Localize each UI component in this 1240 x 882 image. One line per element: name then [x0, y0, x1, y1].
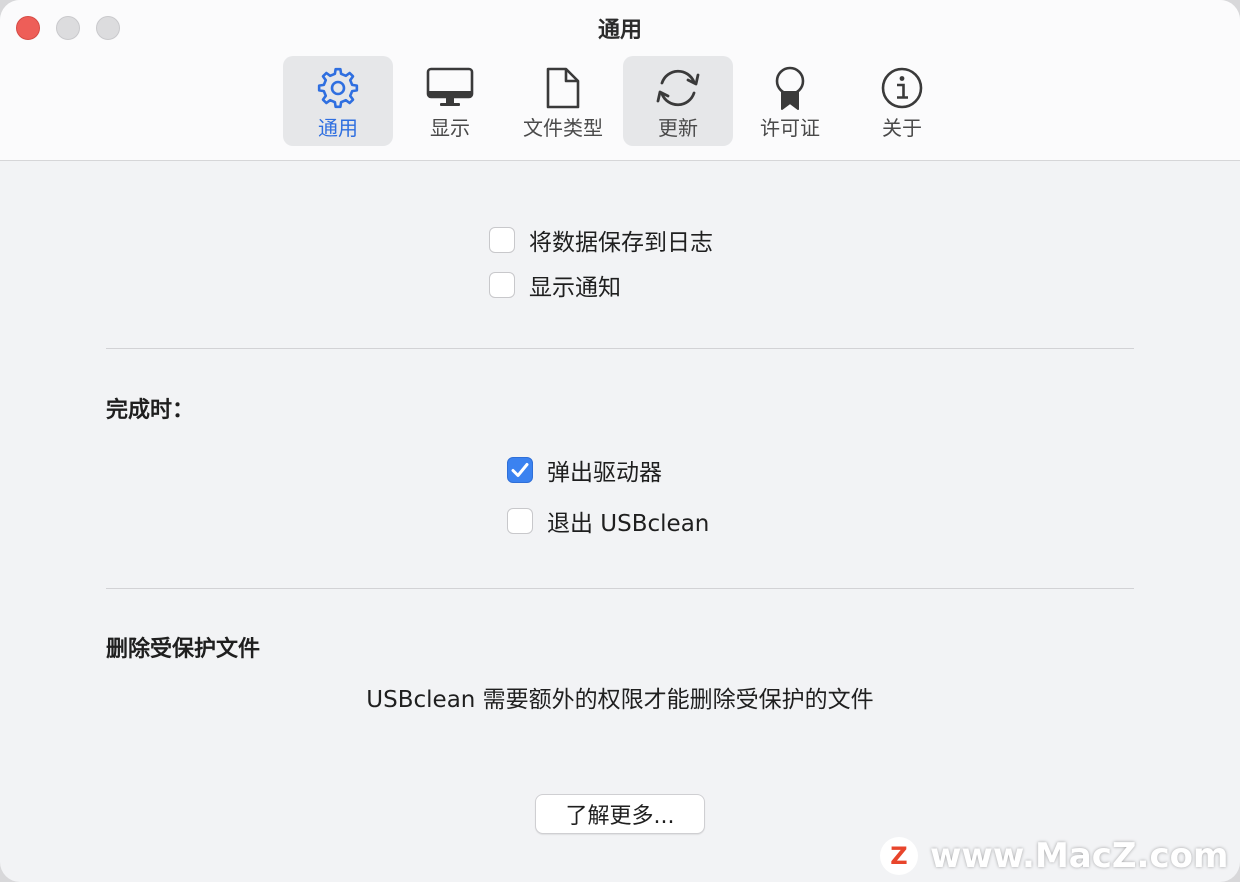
info-icon — [847, 64, 957, 112]
tab-label: 通用 — [318, 116, 358, 140]
tab-file-types[interactable]: 文件类型 — [508, 56, 618, 146]
gear-icon — [283, 64, 393, 112]
quit-app-option[interactable]: 退出 USBclean — [507, 506, 710, 537]
window-title: 通用 — [597, 18, 642, 43]
tab-license[interactable]: 许可证 — [735, 56, 845, 146]
checkmark-icon — [511, 463, 529, 477]
tab-label: 许可证 — [760, 116, 820, 140]
tab-label: 显示 — [430, 116, 470, 140]
preferences-window: 通用 通用 显示 文件类型 更新 许可证 关于 将数据保存到日志 显示通知 完成… — [0, 0, 1240, 882]
quit-app-label: 退出 USBclean — [547, 511, 710, 537]
section-divider — [106, 588, 1134, 589]
learn-more-button[interactable]: 了解更多... — [535, 794, 705, 834]
protected-files-title: 删除受保护文件 — [106, 637, 261, 662]
document-icon — [508, 64, 618, 112]
tab-general[interactable]: 通用 — [283, 56, 393, 146]
tab-label: 关于 — [882, 116, 922, 140]
refresh-icon — [623, 64, 733, 112]
show-notifications-label: 显示通知 — [529, 275, 621, 301]
protected-files-description: USBclean 需要额外的权限才能删除受保护的文件 — [366, 687, 874, 713]
tab-display[interactable]: 显示 — [395, 56, 505, 146]
tab-label: 文件类型 — [523, 116, 603, 140]
save-log-option[interactable]: 将数据保存到日志 — [489, 225, 713, 256]
save-log-checkbox[interactable] — [489, 227, 515, 253]
show-notifications-option[interactable]: 显示通知 — [489, 270, 621, 301]
quit-app-checkbox[interactable] — [507, 508, 533, 534]
ribbon-badge-icon — [735, 64, 845, 112]
section-divider — [106, 348, 1134, 349]
tab-update[interactable]: 更新 — [623, 56, 733, 146]
show-notifications-checkbox[interactable] — [489, 272, 515, 298]
on-complete-title: 完成时： — [106, 398, 195, 423]
monitor-icon — [395, 64, 505, 112]
watermark-logo-icon: Z — [880, 837, 918, 875]
titlebar-toolbar: 通用 通用 显示 文件类型 更新 许可证 关于 — [0, 0, 1240, 161]
watermark: Z www.MacZ.com — [880, 834, 1228, 878]
watermark-text: www.MacZ.com — [930, 836, 1229, 876]
eject-drive-option[interactable]: 弹出驱动器 — [507, 455, 662, 486]
save-log-label: 将数据保存到日志 — [529, 230, 713, 256]
eject-drive-label: 弹出驱动器 — [547, 460, 662, 486]
tab-about[interactable]: 关于 — [847, 56, 957, 146]
tab-label: 更新 — [658, 116, 698, 140]
eject-drive-checkbox[interactable] — [507, 457, 533, 483]
